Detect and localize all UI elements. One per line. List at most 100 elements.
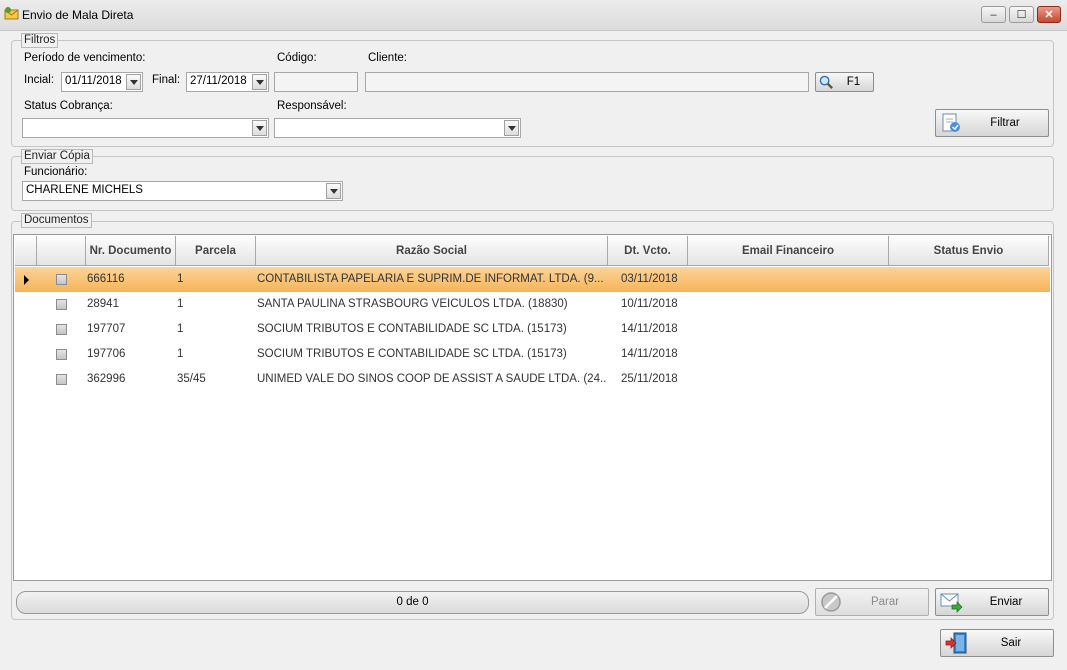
filter-icon	[942, 113, 960, 132]
code-label: Código:	[277, 52, 317, 64]
cell-nr-documento: 197706	[87, 348, 126, 360]
cell-nr-documento: 666116	[87, 273, 125, 285]
responsible-select[interactable]	[274, 118, 521, 138]
table-row[interactable]: 666116 1 CONTABILISTA PAPELARIA E SUPRIM.D…	[15, 267, 1050, 292]
cell-razao-social: CONTABILISTA PAPELARIA E SUPRIM.DE INFOR…	[257, 273, 604, 285]
current-row-arrow-icon	[24, 275, 29, 285]
cell-parcela: 1	[177, 298, 184, 310]
maximize-icon: ☐	[1016, 9, 1027, 21]
table-row[interactable]: 28941 1 SANTA PAULINA STRASBOURG VEICULOS …	[15, 292, 1050, 317]
cell-nr-documento: 28941	[87, 298, 119, 310]
f1-label: F1	[846, 76, 861, 88]
filter-label: Filtrar	[990, 117, 1020, 129]
title-bar: Envio de Mala Direta – ☐ ✕	[0, 0, 1067, 31]
cell-status-envio	[890, 292, 1047, 317]
cell-status-envio	[890, 317, 1047, 342]
cell-parcela: 1	[177, 348, 184, 360]
cell-email-financeiro	[689, 317, 887, 342]
cell-nr-documento: 362996	[87, 373, 126, 385]
period-label: Período de vencimento:	[24, 52, 146, 64]
window-title: Envio de Mala Direta	[22, 8, 134, 22]
chevron-down-icon[interactable]	[126, 74, 141, 90]
cell-nr-documento: 197707	[87, 323, 126, 335]
exit-label: Sair	[1000, 637, 1022, 649]
progress-text: 0 de 0	[396, 596, 429, 608]
cell-dt-vcto: 10/11/2018	[621, 298, 678, 310]
stop-label: Parar	[870, 596, 900, 608]
column-header-nr-documento[interactable]: Nr. Documento	[86, 236, 176, 266]
row-checkbox[interactable]	[56, 374, 67, 385]
send-progress-bar: 0 de 0	[16, 591, 809, 614]
copy-legend: Enviar Cópia	[21, 149, 93, 164]
exit-door-icon	[945, 632, 967, 654]
cell-email-financeiro	[689, 267, 887, 292]
initial-date-label: Incial:	[24, 74, 55, 86]
row-checkbox[interactable]	[56, 324, 67, 335]
row-checkbox[interactable]	[56, 349, 67, 360]
cell-dt-vcto: 25/11/2018	[621, 373, 678, 385]
exit-button[interactable]: Sair	[940, 629, 1054, 657]
cell-parcela: 1	[177, 323, 184, 335]
cell-status-envio	[890, 342, 1047, 367]
table-row[interactable]: 362996 35/45 UNIMED VALE DO SINOS COOP DE …	[15, 367, 1050, 392]
cell-status-envio	[890, 267, 1047, 292]
minimize-button[interactable]: –	[981, 6, 1006, 23]
cell-parcela: 35/45	[177, 373, 206, 385]
employee-label: Funcionário:	[24, 166, 88, 178]
initial-date-picker[interactable]: 01/11/2018	[61, 72, 143, 92]
column-header-parcela[interactable]: Parcela	[176, 236, 256, 266]
initial-date-value: 01/11/2018	[65, 75, 122, 87]
final-date-picker[interactable]: 27/11/2018	[186, 72, 269, 92]
cell-razao-social: SANTA PAULINA STRASBOURG VEICULOS LTDA. …	[257, 298, 568, 310]
filters-legend: Filtros	[21, 33, 59, 48]
cell-dt-vcto: 03/11/2018	[621, 273, 678, 285]
stop-button[interactable]: Parar	[815, 588, 929, 616]
responsible-label: Responsável:	[277, 100, 347, 112]
send-mail-icon	[940, 593, 963, 613]
row-checkbox[interactable]	[56, 299, 67, 310]
column-header-dt-vcto[interactable]: Dt. Vcto.	[608, 236, 688, 266]
row-indicator-header	[15, 236, 37, 266]
chevron-down-icon[interactable]	[504, 120, 519, 136]
cell-status-envio	[890, 367, 1047, 392]
table-row[interactable]: 197707 1 SOCIUM TRIBUTOS E CONTABILIDADE S…	[15, 317, 1050, 342]
send-button[interactable]: Enviar	[935, 588, 1049, 616]
employee-select[interactable]: CHARLENE MICHELS	[22, 181, 343, 201]
close-icon: ✕	[1044, 9, 1054, 21]
client-input[interactable]	[365, 72, 809, 92]
cell-dt-vcto: 14/11/2018	[621, 348, 678, 360]
code-input[interactable]	[274, 72, 358, 92]
documents-legend: Documentos	[21, 213, 92, 228]
checkbox-column-header[interactable]	[37, 236, 86, 266]
row-checkbox[interactable]	[56, 274, 67, 285]
minimize-icon: –	[990, 8, 997, 21]
client-search-button[interactable]: F1	[815, 72, 874, 92]
chevron-down-icon[interactable]	[252, 120, 267, 136]
client-label: Cliente:	[368, 52, 407, 64]
magnifier-icon	[819, 75, 833, 89]
column-header-email-financeiro[interactable]: Email Financeiro	[688, 236, 889, 266]
final-date-value: 27/11/2018	[190, 75, 247, 87]
maximize-button[interactable]: ☐	[1009, 6, 1034, 23]
cell-email-financeiro	[689, 342, 887, 367]
cell-razao-social: SOCIUM TRIBUTOS E CONTABILIDADE SC LTDA.…	[257, 323, 567, 335]
column-header-status-envio[interactable]: Status Envio	[889, 236, 1049, 266]
cell-email-financeiro	[689, 367, 887, 392]
status-label: Status Cobrança:	[24, 100, 113, 112]
cell-razao-social: SOCIUM TRIBUTOS E CONTABILIDADE SC LTDA.…	[257, 348, 567, 360]
cell-razao-social: UNIMED VALE DO SINOS COOP DE ASSIST A SA…	[257, 373, 606, 385]
employee-value: CHARLENE MICHELS	[26, 184, 143, 196]
filter-button[interactable]: Filtrar	[935, 109, 1049, 137]
column-header-razao-social[interactable]: Razão Social	[256, 236, 608, 266]
chevron-down-icon[interactable]	[326, 183, 341, 199]
status-select[interactable]	[22, 118, 269, 138]
cell-parcela: 1	[177, 273, 184, 285]
cell-email-financeiro	[689, 292, 887, 317]
close-button[interactable]: ✕	[1037, 6, 1061, 23]
documents-grid[interactable]: Nr. Documento Parcela Razão Social Dt. V…	[13, 234, 1052, 581]
chevron-down-icon[interactable]	[252, 74, 267, 90]
final-date-label: Final:	[152, 74, 181, 86]
send-label: Enviar	[989, 596, 1023, 608]
table-row[interactable]: 197706 1 SOCIUM TRIBUTOS E CONTABILIDADE S…	[15, 342, 1050, 367]
cell-dt-vcto: 14/11/2018	[621, 323, 678, 335]
